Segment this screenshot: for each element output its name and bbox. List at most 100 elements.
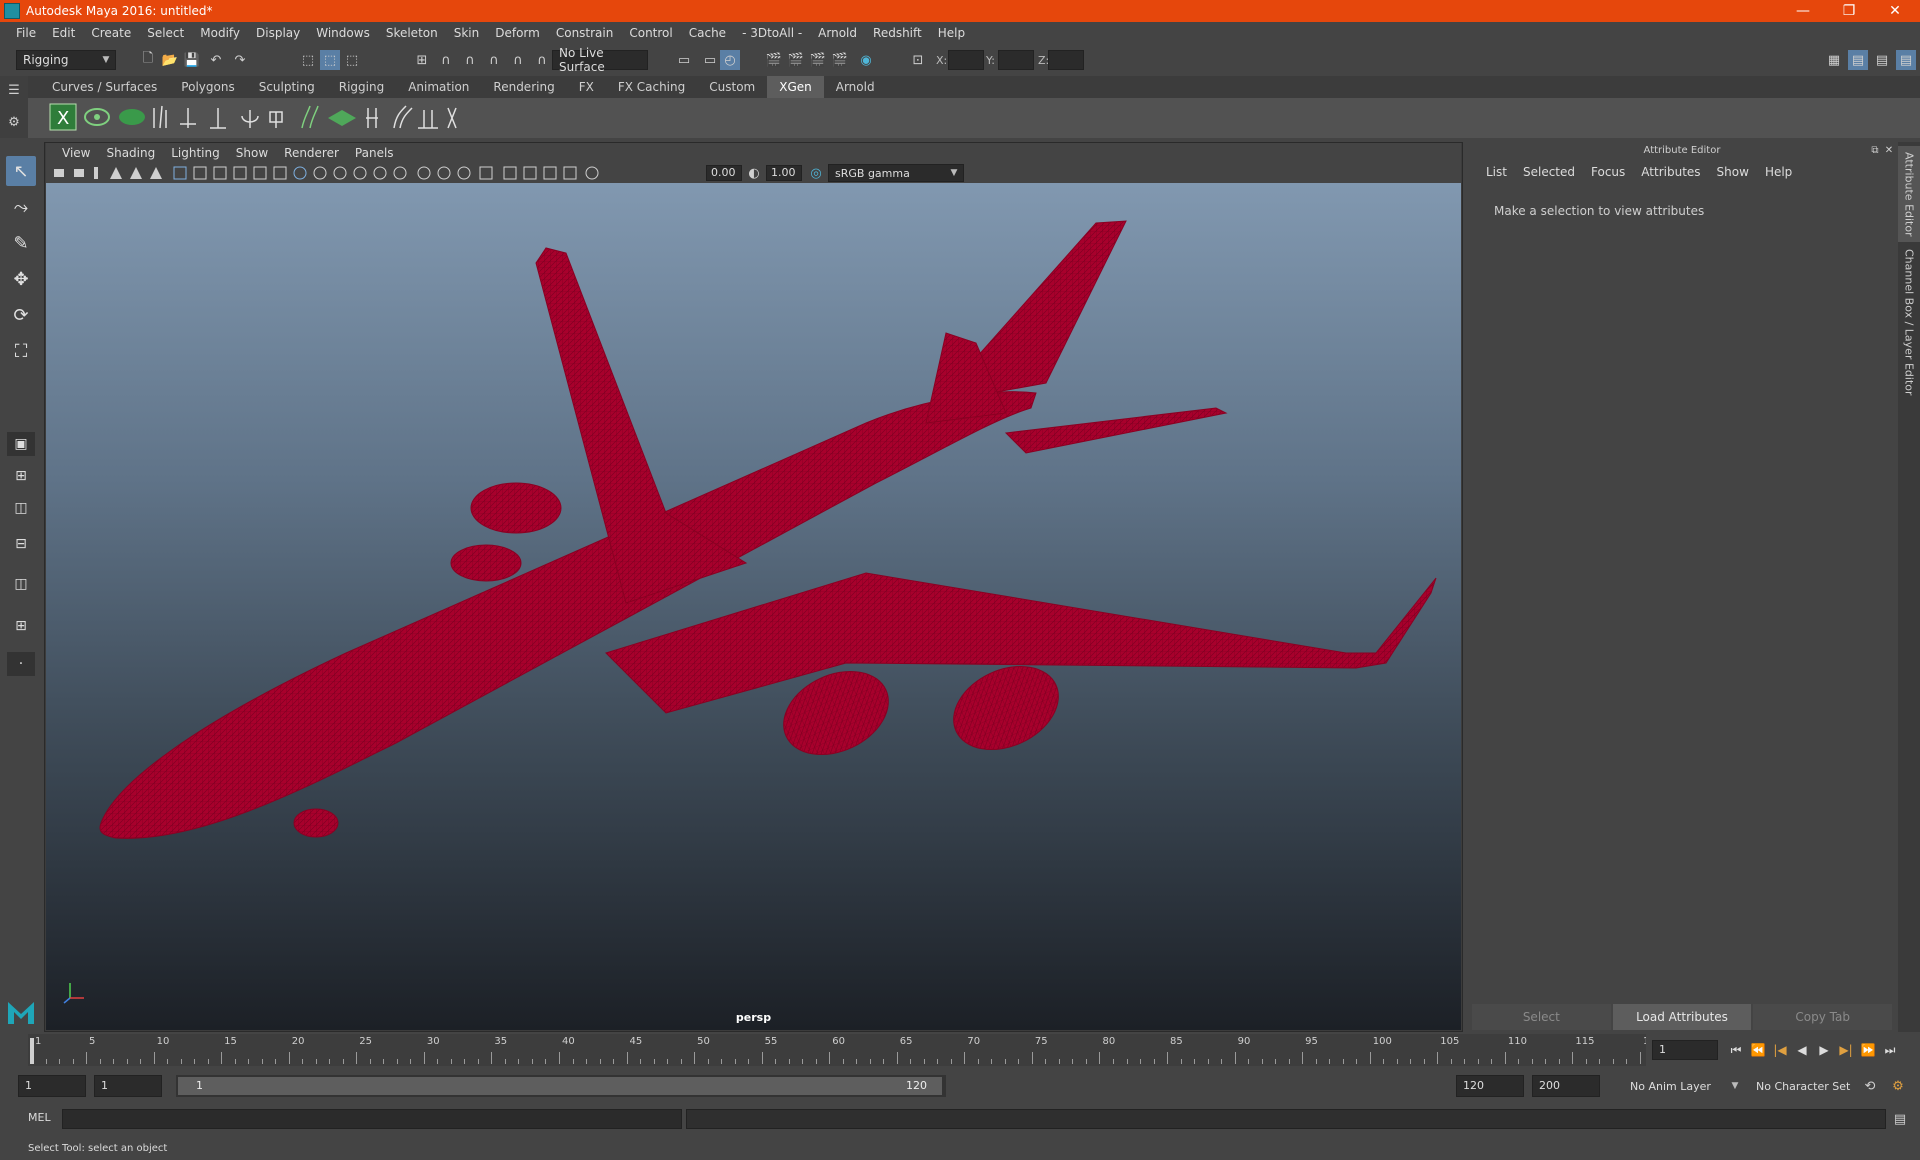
airplane-model[interactable] — [46, 183, 1461, 1030]
xray-components-icon[interactable] — [563, 166, 577, 180]
save-scene-icon[interactable]: 💾 — [182, 50, 202, 70]
select-component-icon[interactable]: ⬚ — [342, 50, 362, 70]
select-tool-button[interactable]: ↖ — [6, 156, 36, 186]
minimize-button[interactable]: — — [1780, 0, 1826, 22]
hypershade-icon[interactable]: ◉ — [856, 50, 876, 70]
output-ops-icon[interactable]: ▭ — [700, 50, 720, 70]
wireframe-shading-icon[interactable] — [293, 166, 307, 180]
vp-menu-renderer[interactable]: Renderer — [276, 146, 347, 160]
modeling-toolkit-icon[interactable]: ▦ — [1824, 50, 1844, 70]
current-time-marker[interactable] — [30, 1038, 34, 1064]
load-attributes-button[interactable]: Load Attributes — [1612, 1004, 1752, 1030]
construction-history-icon[interactable]: ◴ — [720, 50, 740, 70]
ae-menu-help[interactable]: Help — [1757, 165, 1800, 179]
render-settings-icon[interactable]: 🎬 — [830, 50, 850, 70]
default-material-icon[interactable] — [333, 166, 347, 180]
menu-help[interactable]: Help — [930, 26, 973, 40]
ae-menu-list[interactable]: List — [1478, 165, 1515, 179]
shelf-tab-animation[interactable]: Animation — [396, 76, 481, 98]
float-panel-icon[interactable]: ⧉ — [1868, 142, 1882, 158]
close-button[interactable]: ✕ — [1872, 0, 1918, 22]
open-scene-icon[interactable]: 📂 — [160, 50, 180, 70]
close-panel-icon[interactable]: ✕ — [1882, 142, 1896, 158]
camera-select-icon[interactable] — [54, 169, 64, 177]
shelf-tab-custom[interactable]: Custom — [697, 76, 767, 98]
shelf-tab-fx-caching[interactable]: FX Caching — [606, 76, 697, 98]
snap-curve-icon[interactable]: ∩ — [436, 50, 456, 70]
script-editor-icon[interactable]: ▤ — [1890, 1109, 1910, 1129]
snap-grid-icon[interactable]: ⊞ — [412, 50, 432, 70]
menu-edit[interactable]: Edit — [44, 26, 83, 40]
character-set-dropdown[interactable]: No Character Set — [1750, 1075, 1866, 1097]
live-surface-field[interactable]: No Live Surface — [552, 46, 648, 74]
play-backwards-icon[interactable]: ◀ — [1792, 1041, 1812, 1059]
screen-space-ao-icon[interactable] — [437, 166, 451, 180]
step-forward-key-icon[interactable]: ▶| — [1836, 1041, 1856, 1059]
shelf-settings-icon[interactable]: ⚙ — [4, 112, 24, 132]
step-back-key-icon[interactable]: |◀ — [1770, 1041, 1790, 1059]
brush-delete-icon[interactable] — [447, 107, 457, 129]
undo-icon[interactable]: ↶ — [206, 50, 226, 70]
shelf-tab-arnold[interactable]: Arnold — [824, 76, 887, 98]
persp-script-layout-button[interactable]: ◫ — [7, 572, 35, 596]
step-back-frame-icon[interactable]: ⏪ — [1748, 1041, 1768, 1059]
menu-constrain[interactable]: Constrain — [548, 26, 622, 40]
y-coord-input[interactable] — [998, 50, 1034, 70]
input-ops-icon[interactable]: ▭ — [674, 50, 694, 70]
shadows-icon[interactable] — [417, 166, 431, 180]
menuset-dropdown[interactable]: Rigging ▼ — [16, 50, 116, 70]
animation-end-field[interactable]: 200 — [1532, 1075, 1600, 1097]
exposure-input[interactable]: 0.00 — [706, 165, 742, 181]
snap-point-icon[interactable]: ∩ — [460, 50, 480, 70]
ae-menu-attributes[interactable]: Attributes — [1633, 165, 1708, 179]
vp-menu-view[interactable]: View — [54, 146, 98, 160]
select-button[interactable]: Select — [1472, 1004, 1611, 1030]
vp-menu-lighting[interactable]: Lighting — [163, 146, 228, 160]
menu-3dtoall[interactable]: - 3DtoAll - — [734, 26, 810, 40]
animation-start-field[interactable]: 1 — [18, 1075, 86, 1097]
current-frame-field[interactable]: 1 — [1652, 1040, 1718, 1060]
render-view-icon[interactable]: 🎬 — [764, 50, 784, 70]
groom-length-icon[interactable] — [210, 108, 226, 129]
smooth-shading-icon[interactable] — [313, 166, 327, 180]
xray-icon[interactable] — [523, 166, 537, 180]
shelf-tab-fx[interactable]: FX — [567, 76, 606, 98]
textured-icon[interactable] — [373, 166, 387, 180]
select-hierarchy-icon[interactable]: ⬚ — [298, 50, 318, 70]
range-slider-track[interactable]: 1 120 — [176, 1075, 946, 1097]
x-coord-input[interactable] — [948, 50, 984, 70]
gamma-icon[interactable]: ◐ — [744, 163, 764, 183]
gate-mask-icon[interactable] — [233, 166, 247, 180]
menu-file[interactable]: File — [8, 26, 44, 40]
playback-end-field[interactable]: 120 — [1456, 1075, 1524, 1097]
step-forward-frame-icon[interactable]: ⏩ — [1858, 1041, 1878, 1059]
menu-arnold[interactable]: Arnold — [810, 26, 865, 40]
menu-control[interactable]: Control — [621, 26, 680, 40]
color-management-icon[interactable]: ◎ — [806, 163, 826, 183]
attribute-editor-toggle-icon[interactable]: ▤ — [1848, 50, 1868, 70]
bookmark-icon[interactable] — [94, 167, 98, 179]
mel-label[interactable]: MEL — [28, 1111, 51, 1124]
vp-menu-shading[interactable]: Shading — [98, 146, 163, 160]
viewport-canvas[interactable]: persp — [46, 183, 1461, 1030]
render-frame-icon[interactable]: 🎬 — [786, 50, 806, 70]
wireframe-on-shaded-icon[interactable] — [353, 166, 367, 180]
shelf-tab-rigging[interactable]: Rigging — [327, 76, 396, 98]
tool-settings-icon[interactable]: ▤ — [1872, 50, 1892, 70]
2d-pan-zoom-icon[interactable] — [130, 167, 142, 179]
shelf-menu-icon[interactable]: ☰ — [4, 80, 24, 100]
redo-icon[interactable]: ↷ — [230, 50, 250, 70]
menu-select[interactable]: Select — [139, 26, 192, 40]
ae-menu-selected[interactable]: Selected — [1515, 165, 1583, 179]
anim-layer-dropdown[interactable]: No Anim Layer ▼ — [1624, 1075, 1744, 1097]
ae-menu-show[interactable]: Show — [1709, 165, 1757, 179]
menu-skin[interactable]: Skin — [446, 26, 488, 40]
shelf-tab-polygons[interactable]: Polygons — [169, 76, 246, 98]
snap-surface-icon[interactable]: ∩ — [508, 50, 528, 70]
range-slider-handle-bar[interactable] — [178, 1077, 942, 1095]
exposure-icon[interactable] — [585, 166, 599, 180]
camera-attributes-icon[interactable] — [74, 169, 84, 177]
play-forwards-icon[interactable]: ▶ — [1814, 1041, 1834, 1059]
xgen-clear-preview-icon[interactable] — [119, 109, 145, 125]
groom-create-icon[interactable] — [153, 105, 167, 129]
